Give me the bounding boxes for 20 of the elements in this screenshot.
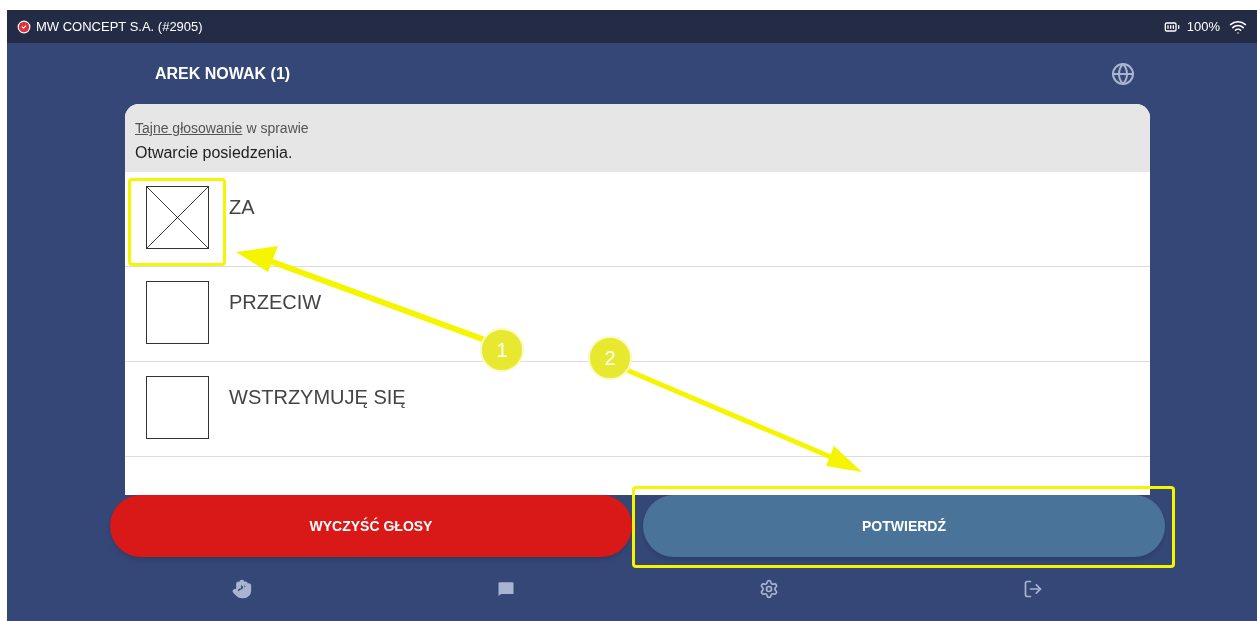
user-name: AREK NOWAK (1) [155,63,291,84]
checkbox[interactable] [146,281,209,344]
confirm-button[interactable]: POTWIERDŹ [643,495,1165,557]
clear-votes-button[interactable]: WYCZYŚĆ GŁOSY [110,495,632,557]
company-name: MW CONCEPT S.A. (#2905) [36,17,203,36]
chat-icon[interactable] [495,579,516,599]
option-label: PRZECIW [229,290,322,315]
logout-icon[interactable] [1023,579,1044,599]
checkbox[interactable] [146,186,209,249]
hand-icon[interactable] [231,579,252,599]
intro-text: w sprawie [246,119,309,138]
voting-type-link[interactable]: Tajne głosowanie [135,118,243,139]
settings-icon[interactable] [759,579,780,599]
ballot-subject: Otwarcie posiedzenia. [135,143,294,163]
option-label: WSTRZYMUJĘ SIĘ [229,385,406,410]
checkbox[interactable] [146,376,209,439]
cross-icon [147,187,208,248]
globe-icon[interactable] [1111,61,1135,86]
option-label: ZA [229,195,255,220]
battery-level: 100% [1186,17,1220,36]
